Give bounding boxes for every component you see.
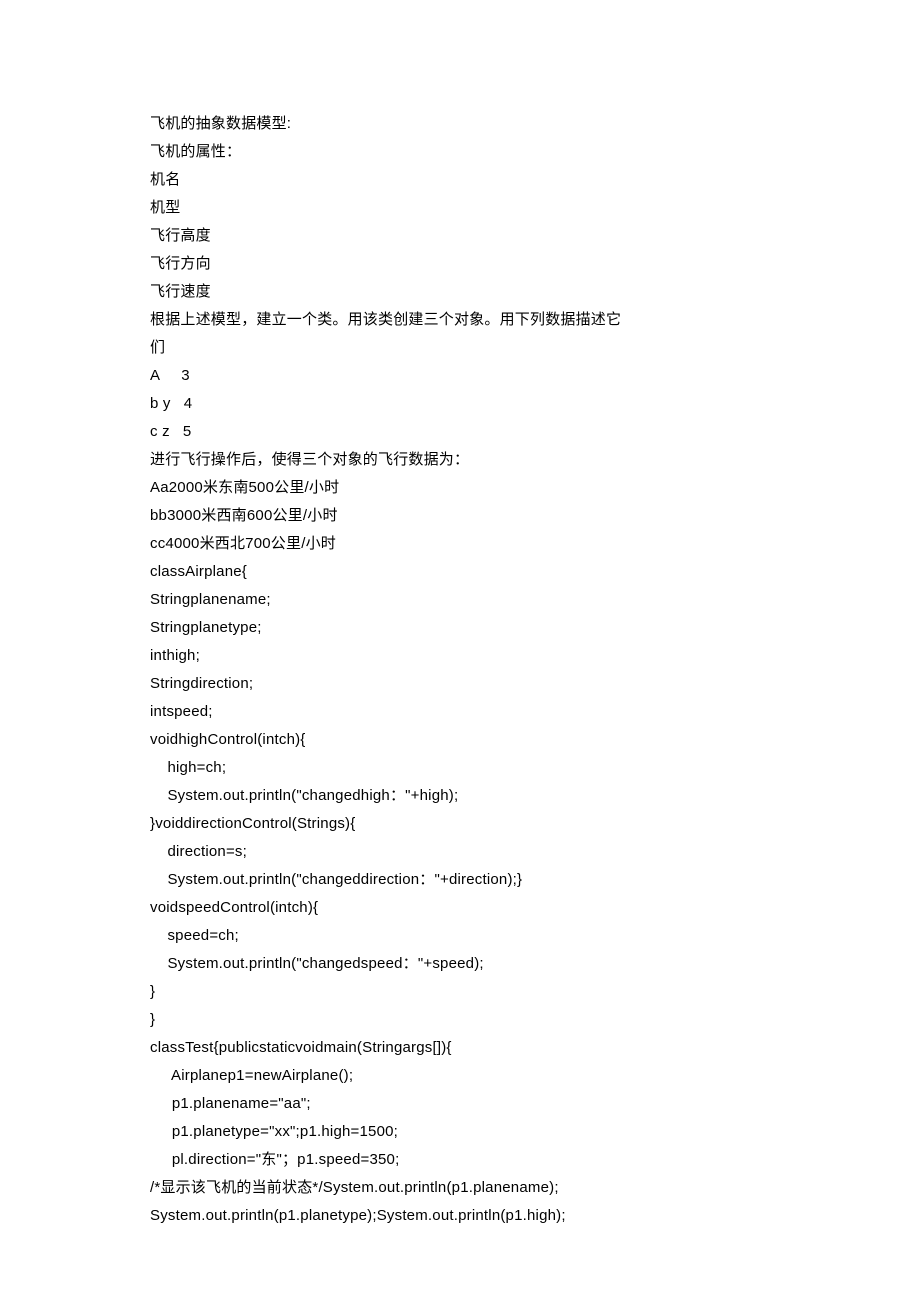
text-line: Stringplanetype; <box>150 614 770 642</box>
text-line: p1.planetype="xx";p1.high=1500; <box>150 1118 770 1146</box>
text-line: 飞行高度 <box>150 222 770 250</box>
text-line: 根据上述模型，建立一个类。用该类创建三个对象。用下列数据描述它 <box>150 306 770 334</box>
text-line: } <box>150 978 770 1006</box>
text-line: System.out.println("changedspeed："+speed… <box>150 950 770 978</box>
text-line: Aa2000米东南500公里/小时 <box>150 474 770 502</box>
text-line: 飞机的属性： <box>150 138 770 166</box>
text-line: System.out.println("changeddirection："+d… <box>150 866 770 894</box>
text-line: }voiddirectionControl(Strings){ <box>150 810 770 838</box>
text-line: 机名 <box>150 166 770 194</box>
text-line: p1.planename="aa"; <box>150 1090 770 1118</box>
text-line: Stringplanename; <box>150 586 770 614</box>
text-line: speed=ch; <box>150 922 770 950</box>
text-line: cc4000米西北700公里/小时 <box>150 530 770 558</box>
text-line: classTest{publicstaticvoidmain(Stringarg… <box>150 1034 770 1062</box>
text-line: Stringdirection; <box>150 670 770 698</box>
document-page: 飞机的抽象数据模型: 飞机的属性： 机名 机型 飞行高度 飞行方向 飞行速度 根… <box>0 0 920 1290</box>
text-line: classAirplane{ <box>150 558 770 586</box>
text-line: voidhighControl(intch){ <box>150 726 770 754</box>
text-line: } <box>150 1006 770 1034</box>
text-line: 机型 <box>150 194 770 222</box>
text-line: 们 <box>150 334 770 362</box>
text-line: high=ch; <box>150 754 770 782</box>
text-line: intspeed; <box>150 698 770 726</box>
text-line: pl.direction="东"；p1.speed=350; <box>150 1146 770 1174</box>
text-line: 飞行方向 <box>150 250 770 278</box>
text-line: /*显示该飞机的当前状态*/System.out.println(p1.plan… <box>150 1174 770 1202</box>
text-line: 飞机的抽象数据模型: <box>150 110 770 138</box>
text-line: System.out.println(p1.planetype);System.… <box>150 1202 770 1230</box>
text-line: b y 4 <box>150 390 770 418</box>
text-line: System.out.println("changedhigh："+high); <box>150 782 770 810</box>
text-line: A 3 <box>150 362 770 390</box>
text-line: 进行飞行操作后，使得三个对象的飞行数据为： <box>150 446 770 474</box>
text-line: voidspeedControl(intch){ <box>150 894 770 922</box>
text-line: Airplanep1=newAirplane(); <box>150 1062 770 1090</box>
text-line: bb3000米西南600公里/小时 <box>150 502 770 530</box>
text-line: inthigh; <box>150 642 770 670</box>
text-line: 飞行速度 <box>150 278 770 306</box>
text-line: direction=s; <box>150 838 770 866</box>
text-line: c z 5 <box>150 418 770 446</box>
